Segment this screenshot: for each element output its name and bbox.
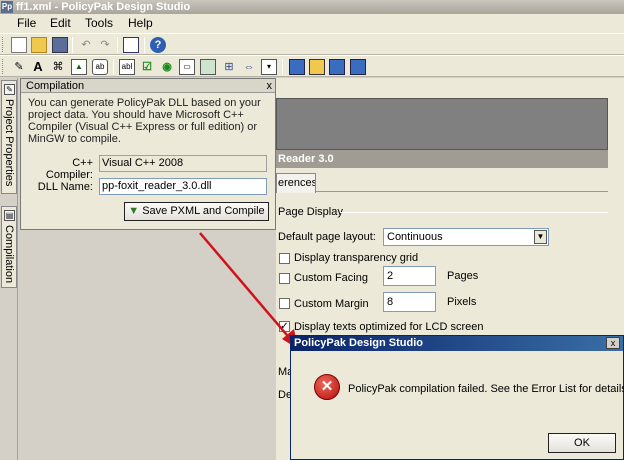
toolbar-grip[interactable] xyxy=(2,59,5,74)
error-dialog-title: PolicyPak Design Studio xyxy=(291,336,623,351)
editbox-icon[interactable]: abl xyxy=(119,59,135,75)
dll-name-field[interactable]: pp-foxit_reader_3.0.dll xyxy=(99,178,267,195)
tab-label: Project Properties xyxy=(3,99,15,187)
error-icon: ✕ xyxy=(314,374,340,400)
compilation-panel-title: Compilation xyxy=(26,80,85,92)
toolbar-grip[interactable] xyxy=(2,37,5,52)
toolbar-separator xyxy=(72,37,73,53)
menu-edit[interactable]: Edit xyxy=(50,16,71,31)
arrow-shaft xyxy=(199,232,293,342)
toolbar-separator xyxy=(113,59,114,75)
title-bar: Pp ff1.xml - PolicyPak Design Studio xyxy=(0,0,624,14)
dll-name-label: DLL Name: xyxy=(37,181,93,193)
close-icon[interactable]: x xyxy=(606,337,620,349)
lcd-label: Display texts optimized for LCD screen xyxy=(294,321,484,333)
layout-icon[interactable] xyxy=(350,59,366,75)
close-icon[interactable]: x xyxy=(267,79,273,93)
undo-icon[interactable]: ↶ xyxy=(78,37,94,53)
custom-margin-input[interactable]: 8 xyxy=(383,292,436,312)
image-icon[interactable]: ▲ xyxy=(71,59,87,75)
compiler-field: Visual C++ 2008 xyxy=(99,155,267,172)
pages-unit-label: Pages xyxy=(447,270,479,282)
document-name-strip: Reader 3.0 xyxy=(276,150,608,168)
dropdown-icon[interactable]: ▾ xyxy=(261,59,277,75)
section-divider xyxy=(340,212,608,213)
section-title: Page Display xyxy=(278,206,343,218)
menu-help[interactable]: Help xyxy=(128,16,153,31)
funnel-icon: ▼ xyxy=(128,205,140,217)
layout-icon[interactable] xyxy=(329,59,345,75)
help-icon[interactable]: ? xyxy=(150,37,166,53)
menu-tools[interactable]: Tools xyxy=(85,16,113,31)
error-message: PolicyPak compilation failed. See the Er… xyxy=(348,383,624,395)
compiler-label: C++ Compiler: xyxy=(45,157,93,181)
compilation-info-text: You can generate PolicyPak DLL based on … xyxy=(28,97,261,145)
save-icon[interactable] xyxy=(52,37,68,53)
layout-icon[interactable] xyxy=(309,59,325,75)
save-and-compile-button[interactable]: ▼ Save PXML and Compile xyxy=(124,202,269,221)
document-banner xyxy=(276,98,608,150)
properties-icon: ✎ xyxy=(4,84,15,95)
chevron-down-icon[interactable]: ▼ xyxy=(534,230,547,244)
new-icon[interactable] xyxy=(11,37,27,53)
standard-toolbar: ↶ ↷ ? xyxy=(0,33,624,55)
slider-icon[interactable]: ⇔ xyxy=(241,59,257,75)
default-layout-value: Continuous xyxy=(387,231,443,243)
compilation-panel-header: Compilation x xyxy=(21,79,275,93)
app-icon: Pp xyxy=(1,1,13,13)
window-title: ff1.xml - PolicyPak Design Studio xyxy=(16,1,191,13)
toolbar-separator xyxy=(117,37,118,53)
tree-icon[interactable]: ⊞ xyxy=(221,59,237,75)
picture-icon[interactable] xyxy=(200,59,216,75)
menu-bar: File Edit Tools Help xyxy=(0,14,624,33)
layout-icon[interactable] xyxy=(289,59,305,75)
pixels-unit-label: Pixels xyxy=(447,296,477,308)
document-tab-strip xyxy=(276,168,608,192)
text-icon[interactable]: A xyxy=(30,59,46,75)
open-icon[interactable] xyxy=(31,37,47,53)
compilation-icon: ▤ xyxy=(4,210,15,221)
label-icon[interactable]: ⌘ xyxy=(50,59,66,75)
properties-icon[interactable] xyxy=(123,37,139,53)
toolbar-separator xyxy=(144,37,145,53)
tab-compilation[interactable]: ▤ Compilation xyxy=(1,206,17,288)
default-layout-select[interactable]: Continuous ▼ xyxy=(383,228,549,246)
transparency-label: Display transparency grid xyxy=(294,252,419,264)
pointer-icon[interactable]: ✎ xyxy=(11,59,27,75)
radio-icon[interactable]: ◉ xyxy=(159,59,175,75)
groupbox-icon[interactable]: ▭ xyxy=(179,59,195,75)
toolbar-separator xyxy=(282,59,283,75)
side-dock: ✎ Project Properties ▤ Compilation xyxy=(0,78,18,460)
ok-button[interactable]: OK xyxy=(548,433,616,453)
controls-toolbar: ✎ A ⌘ ▲ ab abl ☑ ◉ ▭ ⊞ ⇔ ▾ xyxy=(0,55,624,77)
error-dialog: PolicyPak Design Studio x ✕ PolicyPak co… xyxy=(290,335,624,460)
custom-facing-input[interactable]: 2 xyxy=(383,266,436,286)
textbox-icon[interactable]: ab xyxy=(92,59,108,75)
tab-label: Compilation xyxy=(3,225,15,284)
tab-preferences[interactable]: erences xyxy=(276,173,316,193)
checkbox-icon[interactable]: ☑ xyxy=(139,59,155,75)
compile-button-label: Save PXML and Compile xyxy=(142,205,265,217)
redo-icon[interactable]: ↷ xyxy=(97,37,113,53)
tab-project-properties[interactable]: ✎ Project Properties xyxy=(1,80,17,194)
compilation-panel: Compilation x You can generate PolicyPak… xyxy=(20,78,276,230)
menu-file[interactable]: File xyxy=(17,16,36,31)
